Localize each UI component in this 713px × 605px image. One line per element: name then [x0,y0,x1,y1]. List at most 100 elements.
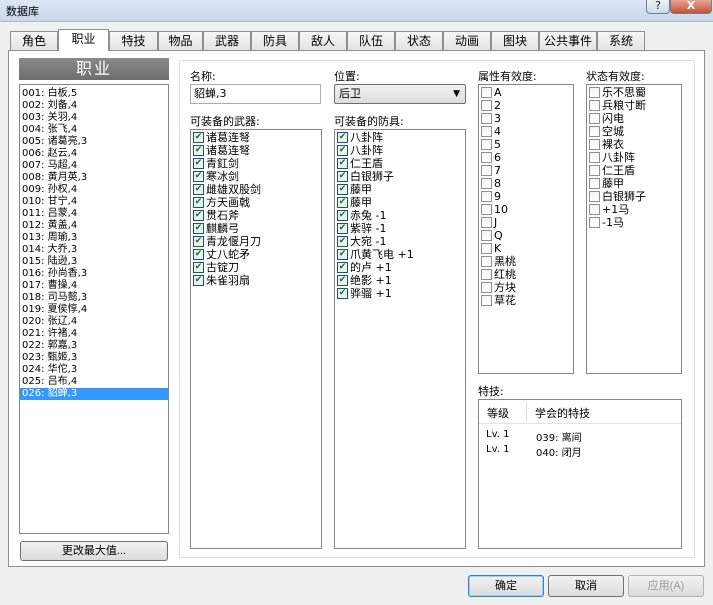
checkbox-icon[interactable] [481,230,492,241]
checklist-item[interactable]: ✔ 贯石斧 [191,209,321,222]
checklist-item[interactable]: 方块 [479,281,573,294]
checkbox-checked-icon[interactable]: ✔ [337,132,348,143]
checkbox-checked-icon[interactable]: ✔ [193,275,204,286]
checkbox-icon[interactable] [589,113,600,124]
class-list-item[interactable]: 009: 孙权,4 [20,184,168,196]
class-list-item[interactable]: 016: 孙尚香,3 [20,268,168,280]
checkbox-icon[interactable] [481,152,492,163]
checkbox-icon[interactable] [589,139,600,150]
checklist-item[interactable]: J [479,216,573,229]
checklist-item[interactable]: 闪电 [587,112,681,125]
class-list-item[interactable]: 004: 张飞,4 [20,124,168,136]
checklist-item[interactable]: ✔ 诸葛连弩 [191,144,321,157]
class-list-item[interactable]: 003: 关羽,4 [20,112,168,124]
checklist-item[interactable]: +1马 [587,203,681,216]
checklist-item[interactable]: 裸衣 [587,138,681,151]
class-list-item[interactable]: 010: 甘宁,4 [20,196,168,208]
class-list-item[interactable]: 021: 许褚,4 [20,328,168,340]
change-max-button[interactable]: 更改最大值... [20,541,168,561]
tab-3[interactable]: 物品 [158,31,203,50]
checkbox-checked-icon[interactable]: ✔ [193,210,204,221]
checklist-item[interactable]: 白银狮子 [587,190,681,203]
skill-row[interactable]: Lv. 1 039: 离间 [479,429,681,444]
checkbox-icon[interactable] [589,217,600,228]
checklist-item[interactable]: 5 [479,138,573,151]
tab-7[interactable]: 队伍 [347,31,395,50]
checkbox-checked-icon[interactable]: ✔ [193,249,204,260]
checklist-item[interactable]: ✔ 绝影 +1 [335,274,465,287]
class-list-item[interactable]: 022: 郭嘉,3 [20,340,168,352]
checkbox-icon[interactable] [589,126,600,137]
skills-header-level[interactable]: 等级 [487,405,509,421]
name-input[interactable]: 貂蝉,3 [190,84,321,104]
checklist-item[interactable]: ✔ 寒冰剑 [191,170,321,183]
checkbox-icon[interactable] [481,217,492,228]
class-list-item[interactable]: 024: 华佗,3 [20,364,168,376]
tab-5[interactable]: 防具 [251,31,299,50]
checkbox-icon[interactable] [589,152,600,163]
checkbox-checked-icon[interactable]: ✔ [193,223,204,234]
class-list-item[interactable]: 006: 赵云,4 [20,148,168,160]
equippable-weapons-list[interactable]: ✔ 诸葛连弩 ✔ 诸葛连弩 ✔ 青釭剑 ✔ 寒冰剑 ✔ 雌雄双股剑 ✔ 方天画戟 ✔ 贯石斧 ✔ 麒麟弓 ✔ 青龙… [190,129,322,549]
class-list-item[interactable]: 007: 马超,4 [20,160,168,172]
class-list-item[interactable]: 018: 司马懿,3 [20,292,168,304]
tab-1[interactable]: 职业 [58,29,109,51]
checklist-item[interactable]: ✔ 雌雄双股剑 [191,183,321,196]
checkbox-checked-icon[interactable]: ✔ [337,249,348,260]
checklist-item[interactable]: 6 [479,151,573,164]
checklist-item[interactable]: ✔ 方天画戟 [191,196,321,209]
checkbox-icon[interactable] [589,191,600,202]
checkbox-checked-icon[interactable]: ✔ [337,262,348,273]
checkbox-checked-icon[interactable]: ✔ [337,197,348,208]
checkbox-checked-icon[interactable]: ✔ [337,171,348,182]
checklist-item[interactable]: Q [479,229,573,242]
checkbox-checked-icon[interactable]: ✔ [193,132,204,143]
class-list[interactable]: 001: 白板,5 002: 刘备,4 003: 关羽,4 004: 张飞,4 005:… [19,84,169,534]
class-list-item[interactable]: 002: 刘备,4 [20,100,168,112]
class-list-item[interactable]: 014: 大乔,3 [20,244,168,256]
class-list-item[interactable]: 011: 吕蒙,4 [20,208,168,220]
checkbox-icon[interactable] [589,100,600,111]
checklist-item[interactable]: ✔ 青龙偃月刀 [191,235,321,248]
class-list-item[interactable]: 020: 张辽,4 [20,316,168,328]
checklist-item[interactable]: ✔ 赤兔 -1 [335,209,465,222]
class-list-item[interactable]: 023: 甄姬,3 [20,352,168,364]
checklist-item[interactable]: ✔ 麒麟弓 [191,222,321,235]
checklist-item[interactable]: ✔ 丈八蛇矛 [191,248,321,261]
checkbox-icon[interactable] [589,87,600,98]
checklist-item[interactable]: 黑桃 [479,255,573,268]
equippable-armors-list[interactable]: ✔ 八卦阵 ✔ 八卦阵 ✔ 仁王盾 ✔ 白银狮子 ✔ 藤甲 ✔ 藤甲 ✔ 赤兔 -1 ✔ 紫骍 -1 ✔ 大宛 -… [334,129,466,549]
checkbox-icon[interactable] [481,243,492,254]
skill-row[interactable]: Lv. 1 040: 闭月 [479,444,681,459]
tab-6[interactable]: 敌人 [299,31,347,50]
checklist-item[interactable]: 9 [479,190,573,203]
position-select[interactable]: 后卫 ▼ [334,84,466,104]
checkbox-icon[interactable] [481,191,492,202]
checklist-item[interactable]: A [479,86,573,99]
checklist-item[interactable]: ✔ 八卦阵 [335,131,465,144]
checkbox-icon[interactable] [481,269,492,280]
checkbox-checked-icon[interactable]: ✔ [193,197,204,208]
tab-4[interactable]: 武器 [203,31,251,50]
checkbox-icon[interactable] [481,282,492,293]
skills-header-skill[interactable]: 学会的特技 [535,405,590,421]
checklist-item[interactable]: 10 [479,203,573,216]
checklist-item[interactable]: ✔ 八卦阵 [335,144,465,157]
tab-9[interactable]: 动画 [443,31,491,50]
checklist-item[interactable]: ✔ 白银狮子 [335,170,465,183]
tab-10[interactable]: 图块 [491,31,539,50]
checklist-item[interactable]: ✔ 朱雀羽扇 [191,274,321,287]
checkbox-checked-icon[interactable]: ✔ [337,145,348,156]
checklist-item[interactable]: ✔ 青釭剑 [191,157,321,170]
ok-button[interactable]: 确定 [468,575,544,597]
element-efficiency-list[interactable]: A 2 3 4 5 6 7 8 9 10 J Q K 黑桃 红桃 方块 草花 [478,84,574,374]
help-button[interactable]: ? [646,0,670,14]
skills-table[interactable]: 等级 学会的特技 Lv. 1 039: 离间 Lv. 1 040: 闭月 [478,399,682,549]
tab-8[interactable]: 状态 [395,31,443,50]
checkbox-icon[interactable] [589,165,600,176]
checklist-item[interactable]: 仁王盾 [587,164,681,177]
checklist-item[interactable]: 2 [479,99,573,112]
checkbox-icon[interactable] [589,204,600,215]
checkbox-icon[interactable] [481,87,492,98]
class-list-item[interactable]: 001: 白板,5 [20,88,168,100]
